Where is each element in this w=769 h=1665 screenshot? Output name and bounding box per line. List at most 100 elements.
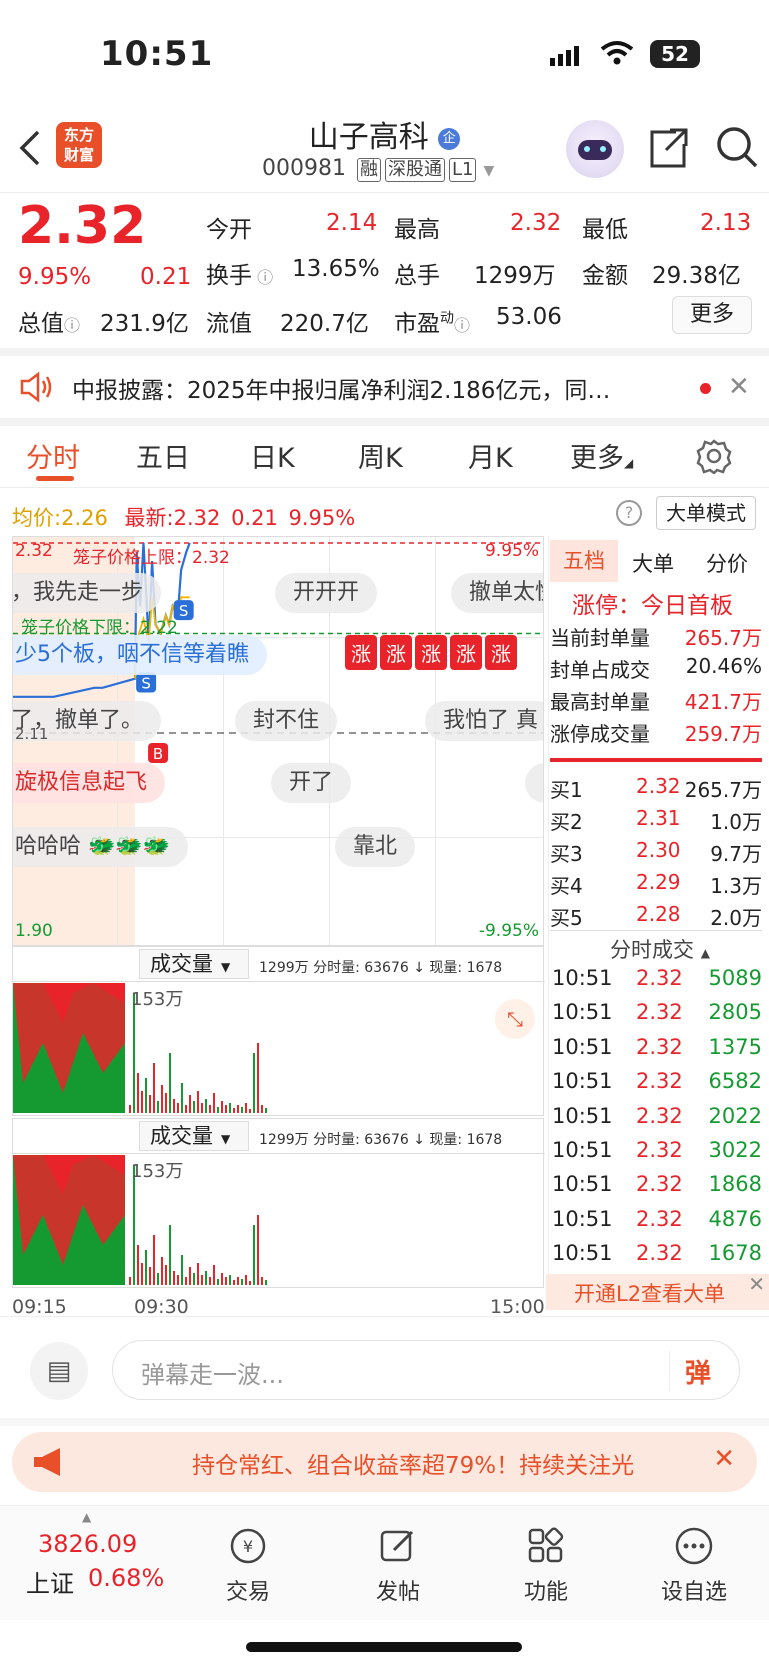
x-label-open: 09:30 — [134, 1296, 189, 1318]
low-label: 最低 — [582, 217, 628, 243]
assistant-avatar[interactable] — [566, 120, 624, 178]
volume-bar — [197, 1263, 199, 1285]
volume-bar — [129, 1277, 131, 1285]
volume-selector[interactable]: 成交量 ▼ — [139, 1121, 249, 1151]
grid-icon — [526, 1526, 566, 1566]
close-icon[interactable]: ✕ — [728, 372, 750, 402]
volume-bar — [249, 1109, 251, 1113]
more-button[interactable]: 更多 — [672, 296, 752, 334]
tab-five-day[interactable]: 五日 — [136, 436, 190, 475]
speaker-icon — [18, 370, 54, 404]
volume-bar — [261, 1105, 263, 1113]
volume-panel-2[interactable]: 成交量 ▼ 1299万 分时量: 63676 ↓ 现量: 1678 153万 — [12, 1118, 545, 1288]
search-icon[interactable] — [714, 124, 760, 170]
volume-bar — [201, 1275, 203, 1285]
close-icon[interactable]: ✕ — [713, 1444, 735, 1474]
settings-icon[interactable] — [696, 438, 732, 475]
volume-bar — [221, 1273, 223, 1285]
volume-bar — [205, 1099, 207, 1113]
volume-bar — [249, 1281, 251, 1285]
volume-bar — [153, 1063, 155, 1113]
l2-button[interactable]: 开通L2查看大单 ✕ — [546, 1272, 769, 1310]
wifi-icon — [600, 40, 634, 66]
volume-bar — [193, 1101, 195, 1113]
tag-connect: 深股通 — [384, 158, 445, 182]
tab-five-levels[interactable]: 五档 — [550, 540, 618, 582]
tab-big-order[interactable]: 大单 — [632, 548, 674, 578]
pe-label: 市盈动ⓘ — [394, 310, 471, 337]
info-icon[interactable]: ⓘ — [64, 316, 80, 335]
index-name: 上证 — [26, 1570, 74, 1598]
bid-row[interactable]: 买5 2.28 2.0万 — [550, 902, 762, 932]
bid-row[interactable]: 买3 2.30 9.7万 — [550, 838, 762, 868]
index-value[interactable]: 3826.09 — [38, 1530, 137, 1558]
enterprise-badge-icon: 企 — [438, 127, 461, 150]
help-icon[interactable]: ? — [616, 500, 642, 526]
volume-bar — [221, 1101, 223, 1113]
svg-text:¥: ¥ — [243, 1537, 253, 1556]
volume-bar — [261, 1277, 263, 1285]
stamp: 涨 — [450, 635, 482, 670]
expand-icon[interactable]: ⤡ — [495, 999, 535, 1039]
tab-more[interactable]: 更多◢ — [570, 436, 633, 475]
x-label-close: 15:00 — [490, 1296, 545, 1318]
limit-up-stamps: 涨 涨 涨 涨 涨 — [345, 635, 517, 670]
high-value: 2.32 — [510, 210, 562, 236]
bid-row[interactable]: 买1 2.32 265.7万 — [550, 774, 762, 804]
volume-bar — [181, 1255, 183, 1285]
bid-row[interactable]: 买2 2.31 1.0万 — [550, 806, 762, 836]
big-order-mode-button[interactable]: 大单模式 — [656, 496, 756, 530]
tab-week-k[interactable]: 周K — [358, 436, 403, 475]
add-watchlist-button[interactable]: 设自选 — [644, 1526, 744, 1606]
volume-bar — [149, 1095, 151, 1113]
tab-day-k[interactable]: 日K — [250, 436, 295, 475]
send-danmu-button[interactable]: 弹 — [685, 1353, 711, 1390]
bid-row[interactable]: 买4 2.29 1.3万 — [550, 870, 762, 900]
close-icon[interactable]: ✕ — [748, 1272, 765, 1296]
volume-bar — [161, 1257, 163, 1285]
intraday-chart[interactable]: SSB ，我先走一步 开开开 撤单太快 少5个板，咽不信等着瞧 了，撤单了。 封… — [12, 536, 544, 946]
promo-banner[interactable]: 持仓常红、组合收益率超79%！持续关注光 ✕ — [12, 1432, 757, 1492]
volume-bar — [257, 1043, 259, 1113]
functions-button[interactable]: 功能 — [496, 1526, 596, 1606]
info-icon[interactable]: ⓘ — [252, 268, 273, 287]
change-pct: 9.95% — [18, 264, 92, 290]
emoji-icon: 🐲🐲🐲 — [88, 834, 171, 859]
caret-up-icon: ▲ — [82, 1510, 92, 1524]
share-icon[interactable] — [646, 126, 690, 170]
volume-bar — [217, 1279, 219, 1285]
tab-price-dist[interactable]: 分价 — [706, 548, 748, 578]
danmu-input[interactable]: 弹幕走一波... 弹 — [112, 1340, 740, 1400]
post-button[interactable]: 发帖 — [348, 1526, 448, 1606]
volume-bar — [241, 1107, 243, 1113]
ticks-title[interactable]: 分时成交 ▲ — [610, 934, 710, 964]
volume-bar — [133, 993, 135, 1113]
trade-button[interactable]: ¥ 交易 — [198, 1526, 298, 1606]
volume-bar — [193, 1273, 195, 1285]
notice-bar[interactable]: 中报披露：2025年中报归属净利润2.186亿元，同… ✕ — [0, 358, 769, 418]
volume-bar — [165, 1093, 167, 1113]
info-icon[interactable]: ⓘ — [454, 316, 470, 335]
danmu-toggle-icon[interactable]: ▤ — [30, 1342, 88, 1400]
open-value: 2.14 — [326, 210, 378, 236]
danmu-item: 哈哈哈 🐲🐲🐲 — [13, 827, 189, 867]
limit-stat-row: 最高封单量 421.7万 — [550, 690, 762, 714]
volume-panel-1[interactable]: 成交量 ▼ 1299万 分时量: 63676 ↓ 现量: 1678 153万 ⤡ — [12, 946, 545, 1116]
stock-code[interactable]: 000981 融深股通 L1 ▼ — [262, 156, 494, 182]
tab-intraday[interactable]: 分时 — [26, 436, 80, 475]
tab-month-k[interactable]: 月K — [468, 436, 513, 475]
volume-bar — [233, 1280, 235, 1285]
x-label-start: 09:15 — [12, 1296, 67, 1318]
tick-row: 10:51 2.32 2805 — [552, 1000, 762, 1025]
volume-bar — [217, 1107, 219, 1113]
danmu-item: 靠北 — [335, 827, 416, 867]
volume-bar — [185, 1277, 187, 1285]
volume-bar — [233, 1108, 235, 1113]
svg-text:S: S — [179, 602, 189, 620]
volume-selector[interactable]: 成交量 ▼ — [139, 949, 249, 979]
tick-row: 10:51 2.32 1375 — [552, 1034, 762, 1059]
volume-bar — [161, 1085, 163, 1113]
volume-bar — [265, 1280, 267, 1285]
amount-label: 金额 — [582, 263, 628, 289]
volume-bar — [145, 1078, 147, 1113]
